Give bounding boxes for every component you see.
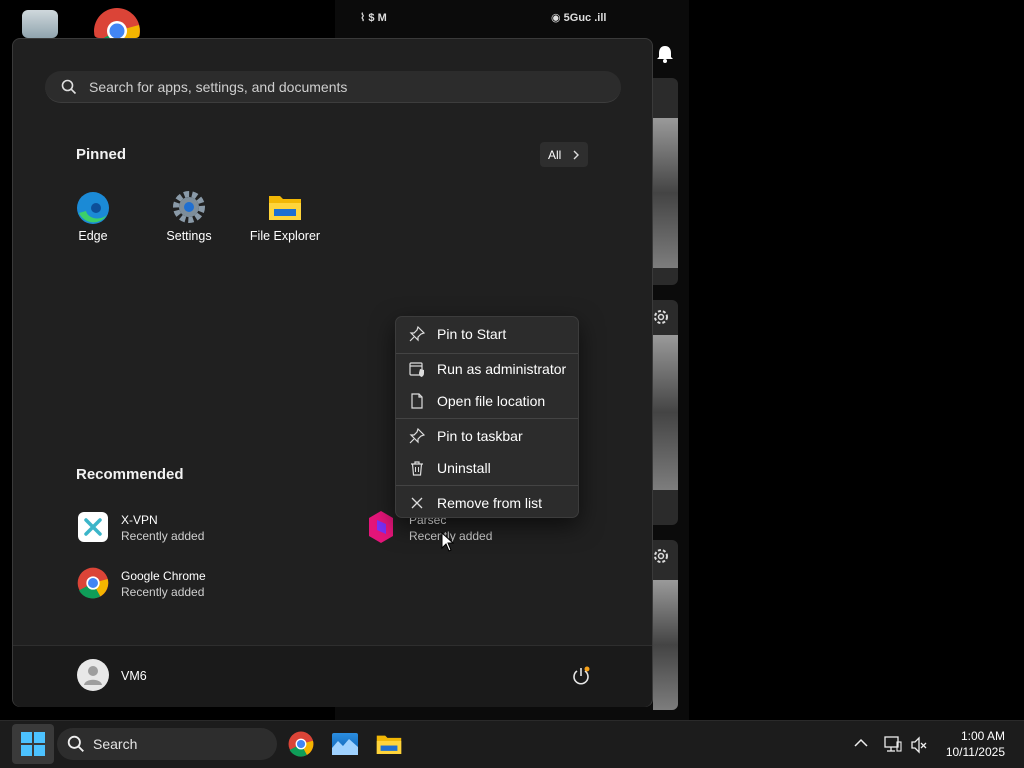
gear-icon[interactable] [652, 547, 670, 565]
power-icon[interactable] [570, 665, 592, 687]
menu-item-remove-from-list[interactable]: Remove from list [396, 487, 578, 519]
pinned-app-label: File Explorer [249, 229, 321, 243]
chrome-icon [77, 567, 109, 599]
taskbar-search-box[interactable] [57, 728, 277, 760]
recommended-title-text: X-VPN [121, 513, 158, 527]
recommended-subtitle: Recently added [121, 585, 205, 599]
pinned-app-label: Edge [78, 229, 108, 243]
chrome-icon [94, 8, 140, 38]
close-icon [411, 497, 423, 509]
menu-item-pin-to-start[interactable]: Pin to Start [396, 318, 578, 350]
menu-item-open-file-location[interactable]: Open file location [396, 385, 578, 417]
gear-icon[interactable] [652, 308, 670, 326]
search-icon [61, 79, 77, 95]
pin-icon [409, 326, 425, 342]
network-icon[interactable] [884, 735, 902, 753]
menu-item-label: Run as administrator [437, 361, 567, 377]
chrome-taskbar-icon[interactable] [288, 731, 314, 757]
clock-time[interactable]: 1:00 AM [930, 729, 1005, 743]
pinned-title: Pinned [76, 146, 127, 163]
all-apps-label: All [548, 148, 562, 162]
menu-item-label: Uninstall [437, 460, 491, 476]
parsec-icon [369, 511, 393, 543]
folder-icon [269, 196, 301, 220]
menu-item-label: Open file location [437, 393, 546, 409]
menu-item-run-as-admin[interactable]: Run as administrator [396, 353, 578, 385]
phone-status-right: ◉ 5Guc .ill [551, 12, 607, 24]
all-apps-button[interactable]: All [540, 142, 588, 167]
file-location-icon [411, 393, 423, 409]
bell-icon[interactable] [654, 44, 676, 64]
remote-app-taskbar-icon[interactable] [332, 733, 358, 755]
shield-window-icon [409, 362, 424, 377]
menu-item-label: Pin to Start [437, 326, 507, 342]
menu-item-label: Remove from list [437, 495, 543, 511]
recommended-item-xvpn[interactable]: X-VPN Recently added [70, 506, 330, 550]
edge-icon [77, 192, 109, 224]
pinned-app-settings[interactable]: Settings [141, 185, 237, 251]
pinned-app-file-explorer[interactable]: File Explorer [237, 185, 333, 251]
menu-item-label: Pin to taskbar [437, 428, 523, 444]
volume-muted-icon[interactable] [910, 736, 928, 754]
taskbar-search-label: Search [93, 736, 138, 752]
recommended-title-text: Google Chrome [121, 569, 206, 583]
pinned-app-label: Settings [166, 229, 212, 243]
menu-divider [396, 418, 578, 419]
phone-status-left: ⌇ $ M [360, 12, 387, 24]
camera-panel-3 [653, 540, 678, 710]
chevron-up-icon[interactable] [854, 738, 868, 748]
recommended-title: Recommended [76, 466, 184, 483]
phone-status-bar: ⌇ $ M ◉ 5Guc .ill [335, 0, 689, 38]
search-placeholder[interactable]: Search for apps, settings, and documents [89, 79, 347, 95]
pin-icon [409, 428, 425, 444]
pinned-app-edge[interactable]: Edge [45, 185, 141, 251]
mouse-cursor-icon [441, 532, 455, 552]
xvpn-icon [78, 512, 108, 542]
camera-panel-2 [653, 300, 678, 525]
search-icon [67, 735, 84, 752]
avatar[interactable] [77, 659, 109, 691]
recommended-subtitle: Recently added [121, 529, 205, 543]
file-explorer-taskbar-icon[interactable] [376, 732, 402, 756]
menu-divider [396, 485, 578, 486]
clock-date[interactable]: 10/11/2025 [930, 745, 1005, 759]
settings-gear-icon [173, 191, 205, 223]
camera-panel-1 [653, 78, 678, 285]
user-name[interactable]: VM6 [121, 669, 147, 683]
chevron-right-icon [573, 150, 579, 160]
context-menu: Pin to Start Run as administrator Open f… [395, 316, 579, 518]
start-button[interactable] [12, 724, 54, 764]
recommended-item-chrome[interactable]: Google Chrome Recently added [70, 562, 330, 606]
windows-logo-icon [21, 732, 45, 756]
menu-item-uninstall[interactable]: Uninstall [396, 452, 578, 484]
recycle-bin-icon[interactable] [22, 10, 58, 38]
chrome-desktop-icon[interactable] [93, 7, 141, 38]
menu-item-pin-to-taskbar[interactable]: Pin to taskbar [396, 420, 578, 452]
trash-icon [411, 461, 423, 476]
